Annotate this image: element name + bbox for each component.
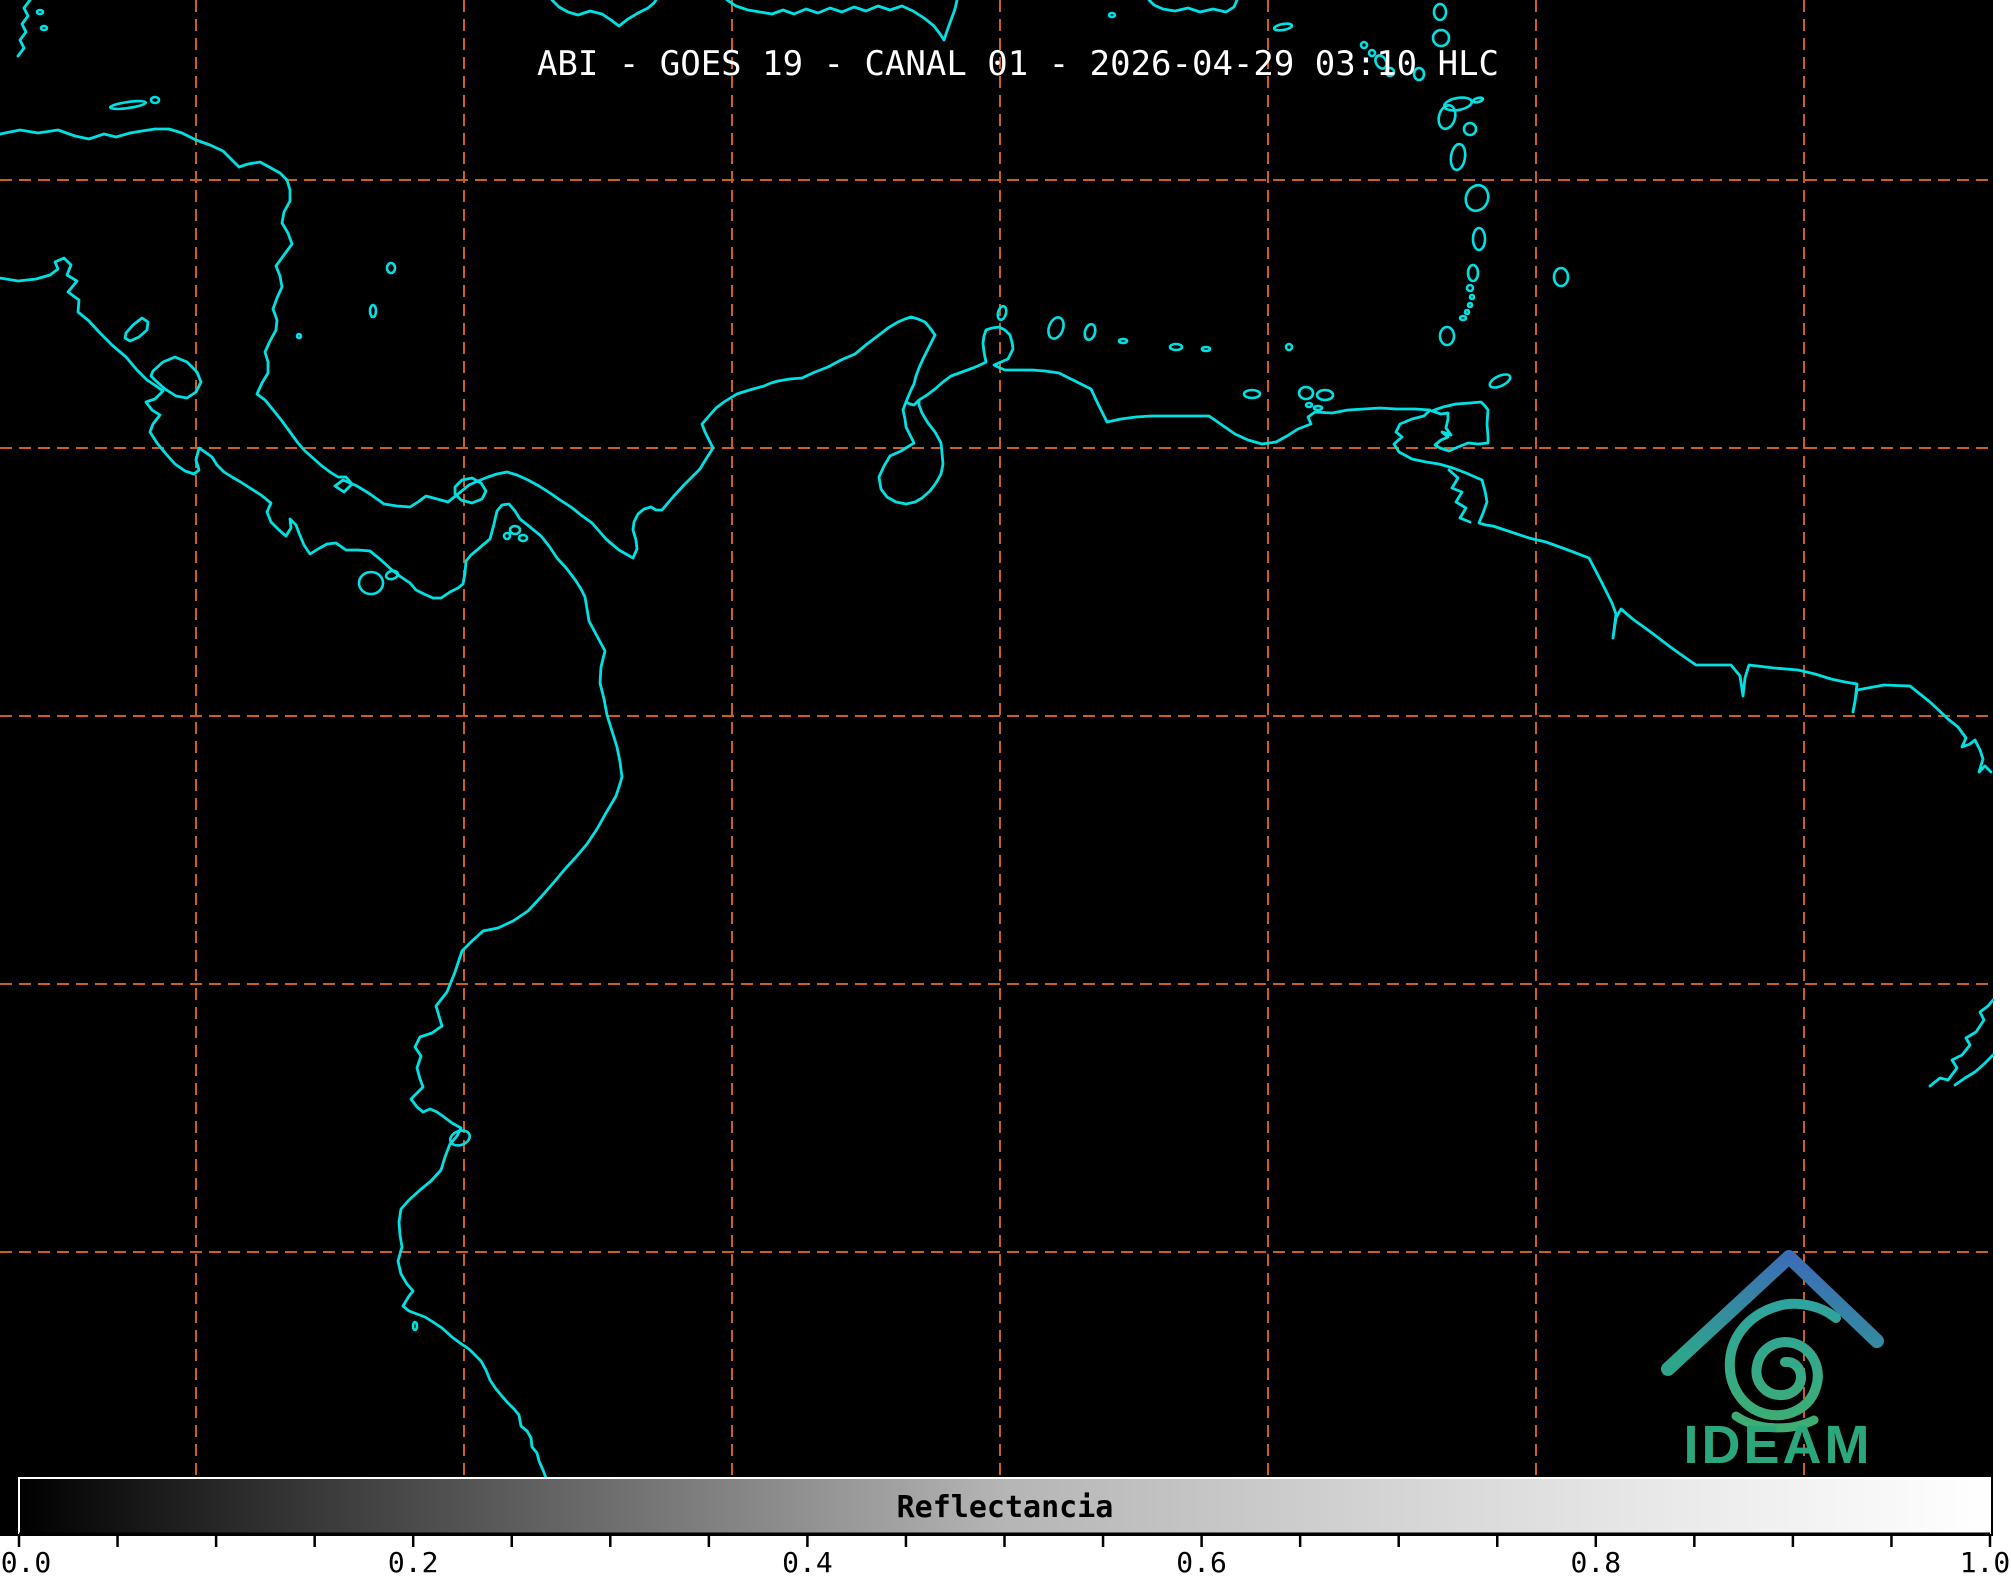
map-background bbox=[0, 0, 2011, 1536]
colorbar-tick-label: 0.8 bbox=[1571, 1546, 1622, 1577]
colorbar-label: Reflectancia bbox=[897, 1490, 1114, 1525]
colorbar-tick-label: 0.6 bbox=[1176, 1546, 1227, 1577]
colorbar-ticks bbox=[19, 1534, 1990, 1547]
colorbar-tick-label: 0.0 bbox=[1, 1546, 52, 1577]
ideam-logo-text: IDEAM bbox=[1684, 1415, 1873, 1475]
image-title: ABI - GOES 19 - CANAL 01 - 2026-04-29 03… bbox=[537, 44, 1499, 84]
colorbar-tick-label: 1.0 bbox=[1960, 1546, 2011, 1577]
satellite-image-scene: ABI - GOES 19 - CANAL 01 - 2026-04-29 03… bbox=[0, 0, 2011, 1577]
colorbar-tick-label: 0.4 bbox=[782, 1546, 833, 1577]
colorbar-tick-label: 0.2 bbox=[388, 1546, 439, 1577]
no-data-strip bbox=[1993, 0, 2011, 1536]
